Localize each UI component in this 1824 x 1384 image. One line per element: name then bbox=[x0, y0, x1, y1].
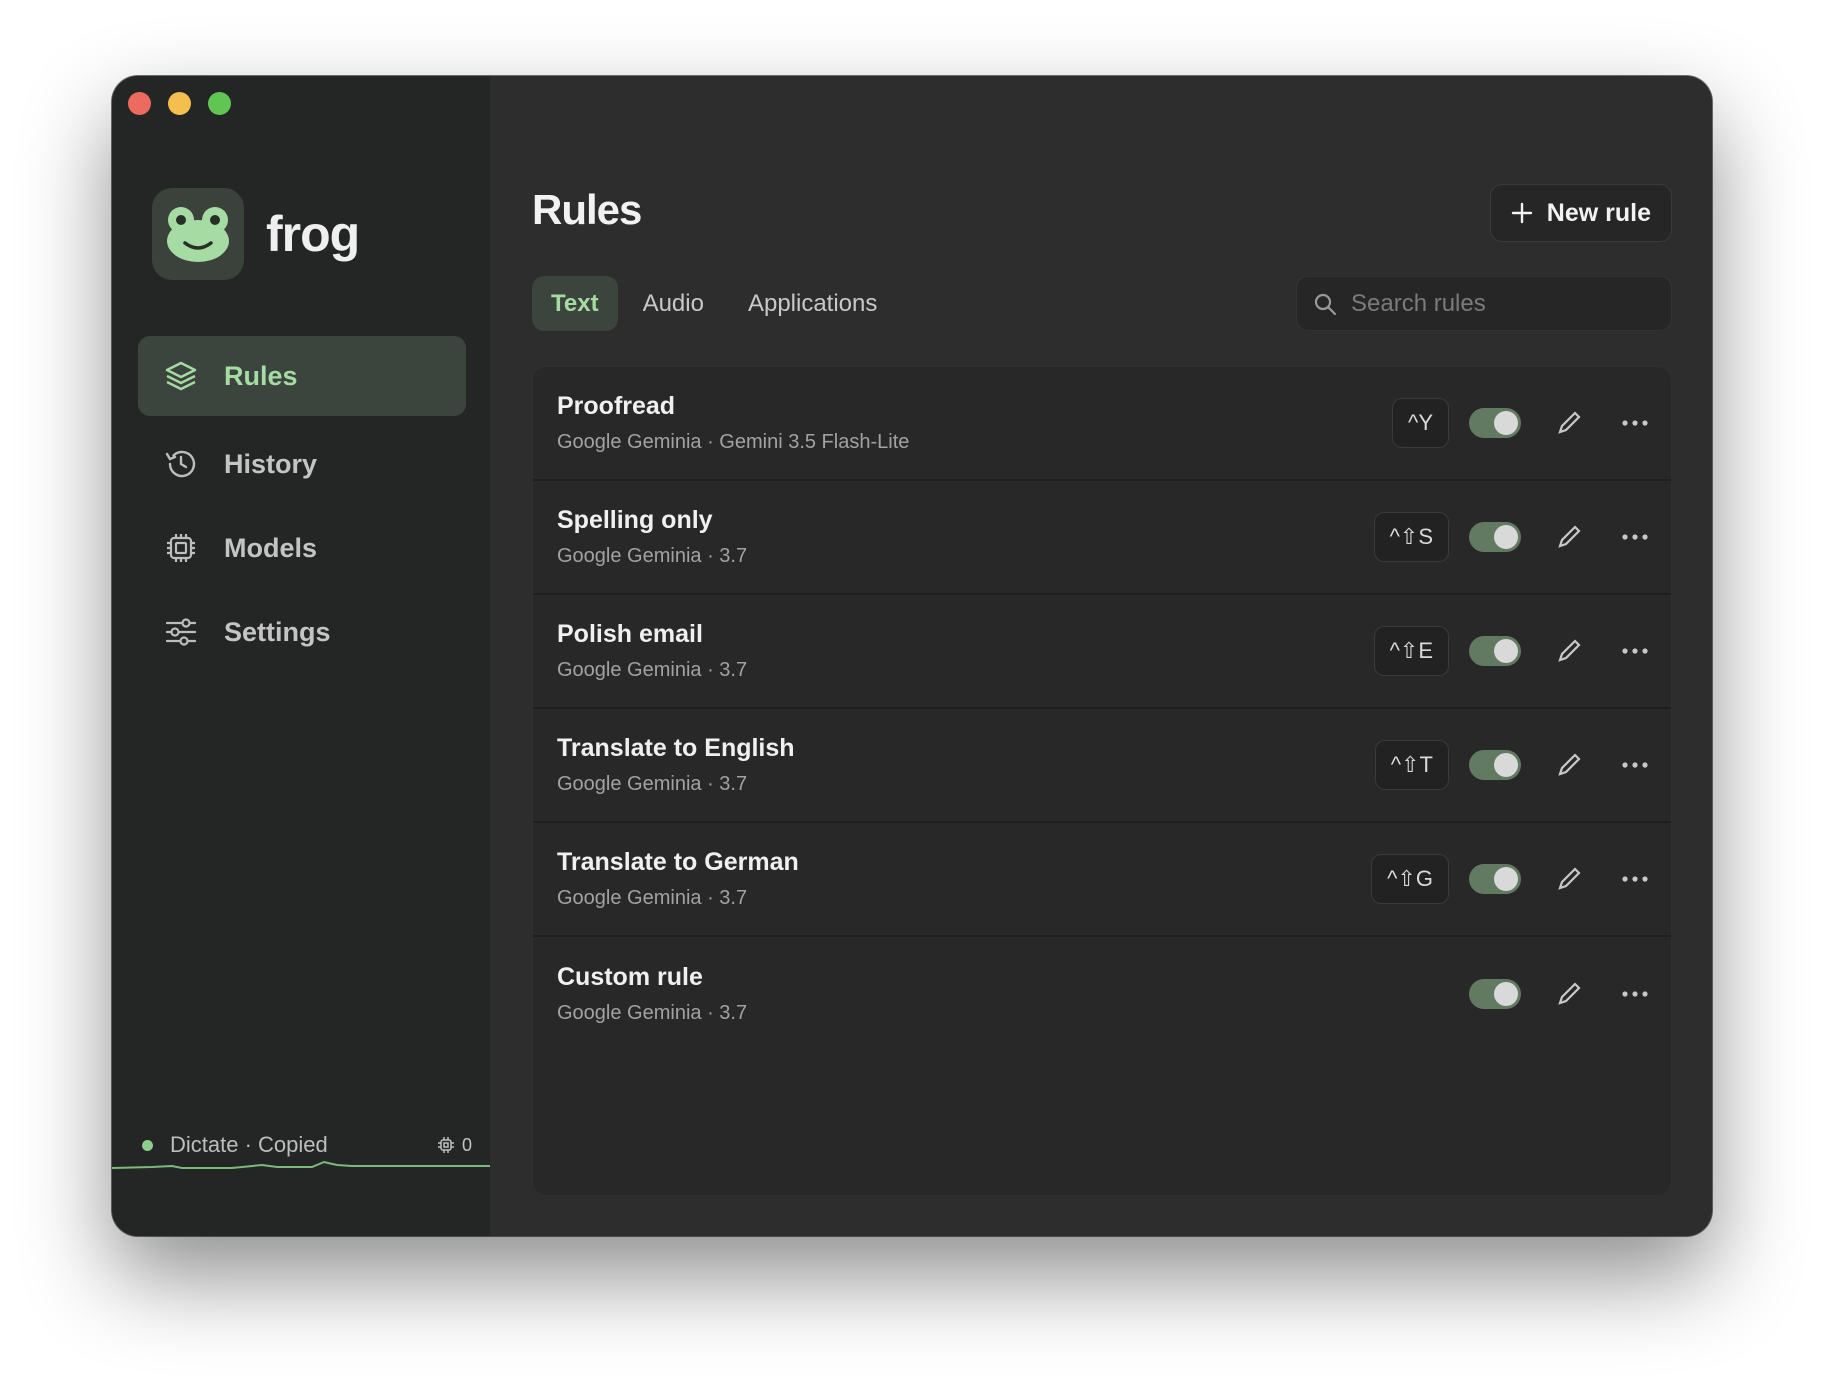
status-count-value: 0 bbox=[461, 1134, 472, 1155]
more-options-icon[interactable] bbox=[1617, 747, 1653, 783]
chip-icon bbox=[164, 531, 198, 565]
status-text: Dictate · Copied bbox=[170, 1132, 328, 1157]
more-options-icon[interactable] bbox=[1617, 633, 1653, 669]
rule-shortcut[interactable]: ^Y bbox=[1392, 398, 1449, 448]
edit-pencil-icon[interactable] bbox=[1551, 519, 1587, 555]
maximize-window-button[interactable] bbox=[208, 92, 231, 115]
rule-model: Google Geminia · Gemini 3.5 Flash-Lite bbox=[557, 431, 910, 453]
sidebar-nav: Rules History Models Settings bbox=[138, 336, 466, 676]
sidebar-item-history[interactable]: History bbox=[138, 424, 466, 504]
rule-model: Google Geminia · 3.7 bbox=[557, 545, 748, 567]
rule-name: Translate to English bbox=[557, 734, 795, 762]
rule-model: Google Geminia · 3.7 bbox=[557, 659, 748, 681]
frog-logo-icon bbox=[152, 188, 244, 280]
audio-waveform bbox=[112, 1160, 490, 1169]
rule-enabled-toggle[interactable] bbox=[1469, 864, 1521, 894]
search-input[interactable] bbox=[1351, 289, 1651, 318]
edit-pencil-icon[interactable] bbox=[1551, 633, 1587, 669]
rule-model: Google Geminia · 3.7 bbox=[557, 773, 748, 795]
rule-name: Proofread bbox=[557, 392, 676, 420]
rule-enabled-toggle[interactable] bbox=[1469, 636, 1521, 666]
rule-enabled-toggle[interactable] bbox=[1469, 522, 1521, 552]
sidebar-item-label: History bbox=[224, 448, 318, 479]
minimize-window-button[interactable] bbox=[168, 92, 191, 115]
rule-row-proofread[interactable]: Proofread Google Geminia · Gemini 3.5 Fl… bbox=[533, 367, 1671, 481]
more-options-icon[interactable] bbox=[1617, 519, 1653, 555]
search-icon bbox=[1314, 293, 1337, 315]
history-icon bbox=[164, 447, 198, 481]
tab-audio[interactable]: Audio bbox=[624, 276, 723, 331]
sidebar-item-rules[interactable]: Rules bbox=[138, 336, 466, 416]
sidebar-item-label: Models bbox=[224, 532, 318, 563]
edit-pencil-icon[interactable] bbox=[1551, 976, 1587, 1012]
edit-pencil-icon[interactable] bbox=[1551, 405, 1587, 441]
sidebar: frog Rules History Models Settings Dicta… bbox=[112, 76, 490, 1236]
rule-enabled-toggle[interactable] bbox=[1469, 408, 1521, 438]
tab-applications[interactable]: Applications bbox=[729, 276, 896, 331]
search-box bbox=[1296, 276, 1672, 331]
sidebar-item-settings[interactable]: Settings bbox=[138, 592, 466, 672]
rule-shortcut[interactable]: ^⇧E bbox=[1373, 626, 1449, 676]
rule-name: Spelling only bbox=[557, 506, 713, 534]
tab-text[interactable]: Text bbox=[532, 276, 618, 331]
rule-enabled-toggle[interactable] bbox=[1469, 979, 1521, 1009]
rule-type-tabs: Text Audio Applications bbox=[532, 276, 896, 331]
layers-icon bbox=[164, 359, 198, 393]
brand: frog bbox=[152, 188, 360, 280]
app-name: frog bbox=[266, 206, 360, 262]
rules-list: Proofread Google Geminia · Gemini 3.5 Fl… bbox=[532, 366, 1672, 1196]
more-options-icon[interactable] bbox=[1617, 405, 1653, 441]
sliders-icon bbox=[164, 615, 198, 649]
rule-shortcut[interactable]: ^⇧G bbox=[1371, 854, 1449, 904]
rule-row-translate-to-english[interactable]: Translate to English Google Geminia · 3.… bbox=[533, 709, 1671, 823]
rule-shortcut[interactable]: ^⇧T bbox=[1374, 740, 1449, 790]
rule-row-polish-email[interactable]: Polish email Google Geminia · 3.7 ^⇧E bbox=[533, 595, 1671, 709]
new-rule-button[interactable]: New rule bbox=[1489, 184, 1672, 242]
more-options-icon[interactable] bbox=[1617, 861, 1653, 897]
edit-pencil-icon[interactable] bbox=[1551, 747, 1587, 783]
chip-small-icon bbox=[437, 1137, 454, 1153]
sidebar-item-models[interactable]: Models bbox=[138, 508, 466, 588]
rule-model: Google Geminia · 3.7 bbox=[557, 887, 748, 909]
rule-row-spelling-only[interactable]: Spelling only Google Geminia · 3.7 ^⇧S bbox=[533, 481, 1671, 595]
window-controls bbox=[128, 92, 231, 115]
main-content: Rules New rule Text Audio Applications P… bbox=[490, 76, 1712, 1236]
rule-enabled-toggle[interactable] bbox=[1469, 750, 1521, 780]
status-counter: 0 bbox=[437, 1135, 472, 1156]
sidebar-item-label: Settings bbox=[224, 616, 331, 647]
rule-name: Translate to German bbox=[557, 848, 799, 876]
plus-icon bbox=[1511, 202, 1532, 224]
rule-row-custom-rule[interactable]: Custom rule Google Geminia · 3.7 bbox=[533, 937, 1671, 1051]
rule-model: Google Geminia · 3.7 bbox=[557, 1002, 748, 1024]
status-dot bbox=[142, 1139, 153, 1151]
sidebar-item-label: Rules bbox=[224, 360, 298, 391]
rule-name: Polish email bbox=[557, 620, 703, 648]
page-title: Rules bbox=[532, 186, 642, 233]
edit-pencil-icon[interactable] bbox=[1551, 861, 1587, 897]
rule-shortcut[interactable]: ^⇧S bbox=[1373, 512, 1449, 562]
rule-name: Custom rule bbox=[557, 963, 703, 991]
close-window-button[interactable] bbox=[128, 92, 151, 115]
app-window: frog Rules History Models Settings Dicta… bbox=[112, 76, 1712, 1236]
more-options-icon[interactable] bbox=[1617, 976, 1653, 1012]
dictate-status: Dictate · Copied 0 bbox=[142, 1132, 472, 1158]
new-rule-label: New rule bbox=[1546, 198, 1651, 227]
rule-row-translate-to-german[interactable]: Translate to German Google Geminia · 3.7… bbox=[533, 823, 1671, 937]
